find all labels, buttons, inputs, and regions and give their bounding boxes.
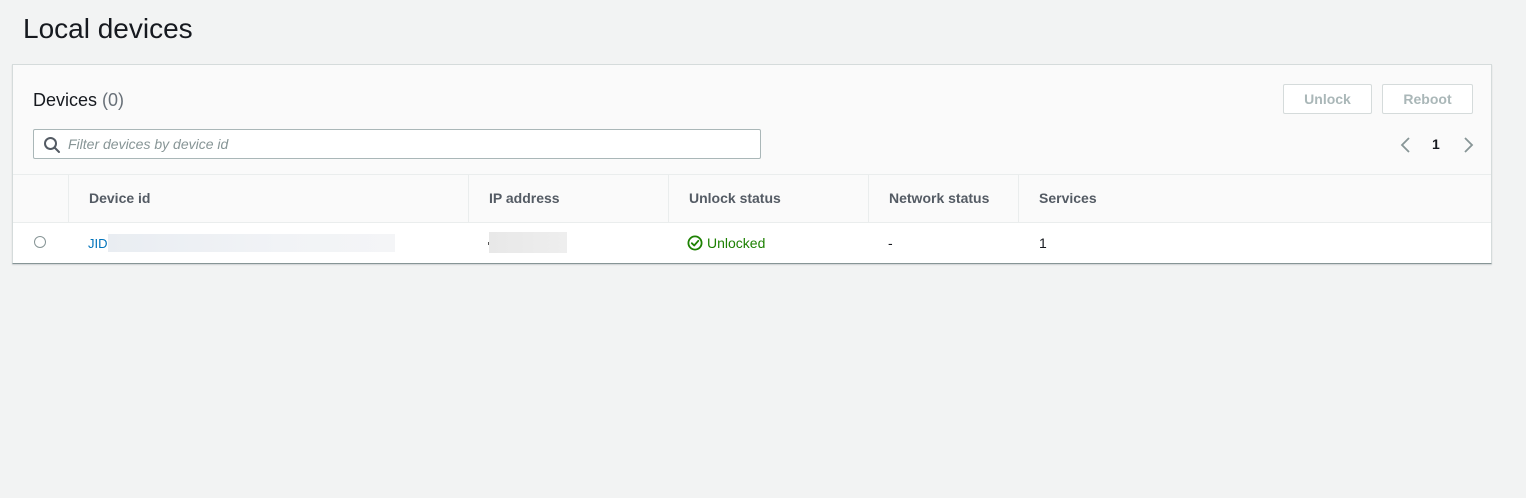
redacted-ip-address (489, 232, 567, 253)
devices-panel: Devices (0) Unlock Reboot 1 Device id IP… (12, 64, 1492, 264)
column-header-ip-address[interactable]: IP address (468, 175, 668, 222)
table-header: Device id IP address Unlock status Netwo… (13, 175, 1491, 223)
chevron-right-icon[interactable] (1460, 135, 1476, 155)
device-id-link[interactable]: JID (88, 236, 108, 251)
row-select-radio[interactable] (34, 236, 46, 248)
devices-panel-title: Devices (0) (33, 88, 124, 112)
network-status-cell: - (888, 235, 893, 251)
device-id-cell: JID (88, 223, 108, 263)
devices-panel-header: Devices (0) Unlock Reboot 1 (13, 65, 1491, 175)
pagination: 1 (1398, 135, 1478, 155)
column-header-device-id[interactable]: Device id (68, 175, 468, 222)
unlock-status-text: Unlocked (707, 235, 766, 251)
devices-count: (0) (102, 90, 125, 110)
services-cell: 1 (1039, 235, 1047, 251)
device-filter-input[interactable] (68, 130, 748, 158)
page-title: Local devices (23, 13, 193, 44)
unlock-status-cell: Unlocked (687, 223, 765, 263)
column-header-unlock-status[interactable]: Unlock status (668, 175, 868, 222)
column-header-network-status[interactable]: Network status (868, 175, 1018, 222)
redacted-device-id (108, 234, 395, 252)
check-circle-icon (687, 235, 703, 251)
table-row[interactable]: JID Unlocked - 1 (13, 223, 1491, 263)
search-icon (44, 137, 60, 153)
column-header-select (13, 175, 68, 222)
device-filter[interactable] (33, 129, 761, 159)
pagination-current-page[interactable]: 1 (1432, 136, 1440, 152)
column-header-services[interactable]: Services (1018, 175, 1218, 222)
unlock-button[interactable]: Unlock (1283, 84, 1372, 114)
reboot-button[interactable]: Reboot (1382, 84, 1473, 114)
devices-title-label: Devices (33, 90, 98, 110)
chevron-left-icon[interactable] (1398, 135, 1414, 155)
